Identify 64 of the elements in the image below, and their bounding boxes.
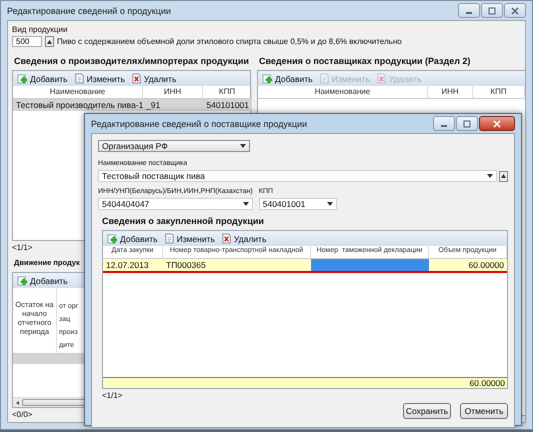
add-icon <box>17 73 28 84</box>
page-icon <box>164 233 175 244</box>
table-cell: _91 <box>143 99 203 111</box>
section-heading: Сведения о поставщиках продукции (Раздел 2) <box>259 56 472 68</box>
column-header: КПП <box>473 86 525 99</box>
caret-icon <box>242 202 249 206</box>
kpp-field[interactable]: 540401001 <box>258 198 337 210</box>
table-cell: 12.07.2013 <box>103 259 163 273</box>
inn-field[interactable]: 5404404047 <box>98 198 253 210</box>
total-value: 60.00000 <box>103 377 507 388</box>
product-description: Пиво с содержанием объемной доли этилового спирта свыше 0,5% и до 8,6% включительно <box>57 37 402 46</box>
minimize-button[interactable] <box>458 3 480 18</box>
field-label: Вид продукции <box>12 25 68 35</box>
close-button[interactable] <box>504 3 526 18</box>
caret-icon <box>501 174 506 178</box>
table-cell: 60.00000 <box>429 259 507 273</box>
add-icon <box>17 275 28 286</box>
delete-icon <box>130 73 142 84</box>
close-button[interactable] <box>479 116 515 131</box>
lookup-button[interactable] <box>499 170 508 182</box>
delete-icon <box>376 73 387 84</box>
window-title: Редактирование сведений о продукции <box>7 6 171 16</box>
table-cell: ТП000365 <box>163 259 311 273</box>
caret-icon <box>240 144 246 148</box>
maximize-button[interactable] <box>481 3 503 18</box>
section-heading: Сведения о производителях/импортерах продукции <box>14 56 250 68</box>
caret-icon <box>326 202 333 206</box>
add-button[interactable]: Добавить <box>17 73 68 84</box>
pager-text: <0/0> <box>12 410 32 420</box>
supplier-name-field[interactable]: Тестовый поставщик пива <box>98 170 497 182</box>
table-cell: 540101001 <box>203 99 252 111</box>
scroll-left-icon <box>15 400 20 404</box>
edit-button[interactable]: Изменить <box>74 73 125 84</box>
close-icon <box>510 6 520 14</box>
product-code-field[interactable]: 500 <box>12 36 42 47</box>
org-type-dropdown[interactable]: Организация РФ <box>98 140 250 152</box>
table-cell: Тестовый производитель пива-1 <box>13 99 143 111</box>
page-icon <box>74 73 85 84</box>
add-button[interactable]: Добавить <box>262 73 313 84</box>
cancel-button[interactable]: Отменить <box>460 403 508 419</box>
add-button[interactable]: Добавить <box>107 233 158 244</box>
page-icon <box>318 73 330 84</box>
column-header: ИНН <box>428 86 473 99</box>
maximize-button[interactable] <box>456 116 478 131</box>
delete-icon <box>220 233 232 244</box>
add-icon <box>107 233 118 244</box>
add-icon <box>262 73 273 84</box>
pager-text: <1/1> <box>12 243 32 253</box>
delete-button[interactable]: Удалить <box>130 73 176 84</box>
add-button[interactable]: Добавить <box>17 275 68 286</box>
maximize-icon <box>462 120 472 128</box>
close-icon <box>492 120 502 128</box>
section-heading: Сведения о закупленной продукции <box>102 216 265 228</box>
delete-button[interactable]: Удалить <box>220 233 266 244</box>
pager-text: <1/1> <box>102 391 122 401</box>
lookup-button[interactable] <box>45 36 54 47</box>
maximize-icon <box>487 6 497 14</box>
edit-button[interactable]: Изменить <box>164 233 215 244</box>
save-button[interactable]: Сохранить <box>403 403 451 419</box>
dialog-title: Редактирование сведений о поставщике продукции <box>91 118 308 128</box>
minimize-button[interactable] <box>433 116 455 131</box>
caret-icon <box>47 40 52 44</box>
column-header: Наименование <box>258 86 428 99</box>
caret-icon <box>487 174 493 178</box>
